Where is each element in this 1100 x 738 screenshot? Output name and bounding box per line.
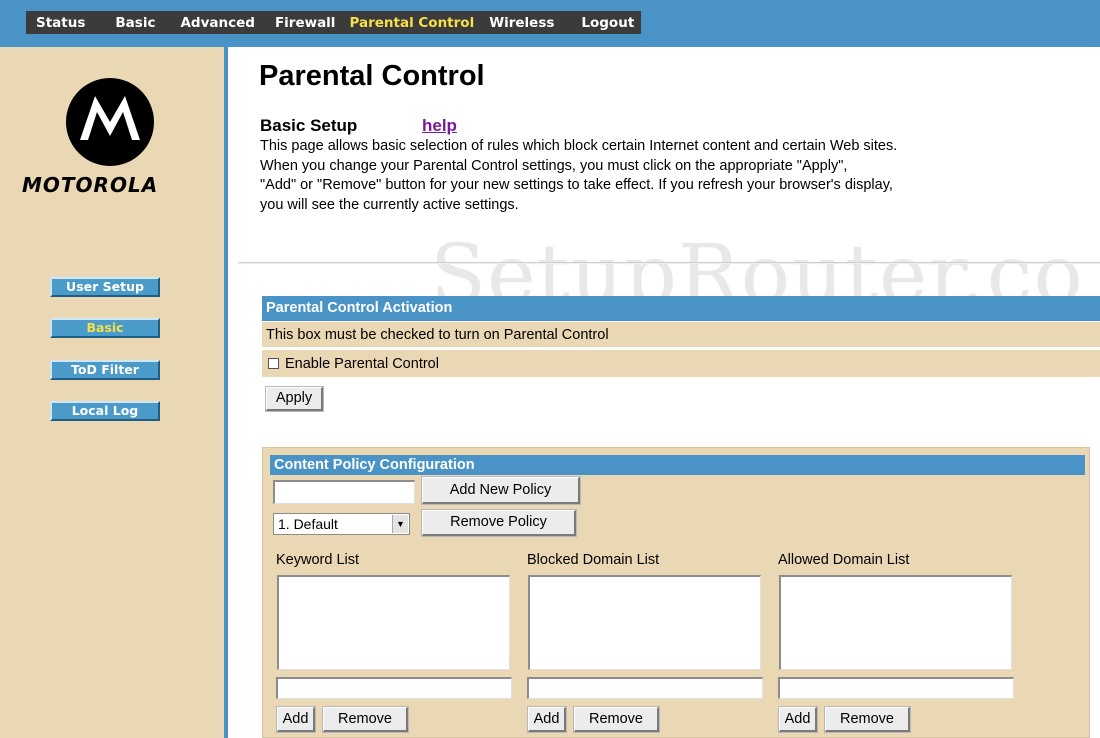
activation-note: This box must be checked to turn on Pare… <box>262 322 1100 347</box>
keyword-input[interactable] <box>276 677 512 699</box>
nav-firewall[interactable]: Firewall <box>275 15 336 31</box>
blocked-domain-input[interactable] <box>527 677 763 699</box>
sidebar-divider <box>224 47 228 738</box>
page-description: This page allows basic selection of rule… <box>260 137 1020 215</box>
section-divider <box>238 262 1100 264</box>
allowed-domain-remove-button[interactable]: Remove <box>824 706 911 733</box>
new-policy-input[interactable] <box>273 480 415 504</box>
page-title: Parental Control <box>259 60 485 92</box>
content-policy-header: Content Policy Configuration <box>270 455 1085 475</box>
chevron-down-icon: ▼ <box>392 515 408 533</box>
enable-row: Enable Parental Control <box>262 350 1100 377</box>
description-line: "Add" or "Remove" button for your new se… <box>260 177 893 193</box>
keyword-list-label: Keyword List <box>276 552 360 568</box>
enable-parental-control-checkbox[interactable] <box>268 358 279 369</box>
allowed-domain-add-button[interactable]: Add <box>778 706 818 733</box>
keyword-remove-button[interactable]: Remove <box>322 706 409 733</box>
add-new-policy-button[interactable]: Add New Policy <box>421 476 581 505</box>
top-nav: Status Basic Advanced Firewall Parental … <box>26 11 641 34</box>
nav-advanced[interactable]: Advanced <box>180 15 254 31</box>
nav-status[interactable]: Status <box>36 15 85 31</box>
activation-note-text: This box must be checked to turn on Pare… <box>266 326 609 343</box>
allowed-domain-listbox[interactable] <box>779 575 1012 670</box>
description-line: you will see the currently active settin… <box>260 196 519 213</box>
keyword-listbox[interactable] <box>277 575 510 670</box>
blocked-domain-remove-button[interactable]: Remove <box>573 706 660 733</box>
nav-logout[interactable]: Logout <box>581 15 634 31</box>
activation-header: Parental Control Activation <box>262 296 1100 321</box>
blocked-domain-add-button[interactable]: Add <box>527 706 567 733</box>
policy-select[interactable]: 1. Default ▼ <box>273 513 410 535</box>
motorola-logo-icon <box>66 78 154 166</box>
section-heading: Basic Setup <box>260 116 358 135</box>
policy-select-value: 1. Default <box>278 516 338 532</box>
logo-wordmark: MOTOROLA <box>22 173 159 197</box>
description-line: This page allows basic selection of rule… <box>260 138 898 154</box>
top-bar: Status Basic Advanced Firewall Parental … <box>0 0 1100 47</box>
sidebar-button-tod-filter[interactable]: ToD Filter <box>50 360 160 380</box>
sidebar-button-local-log[interactable]: Local Log <box>50 401 160 421</box>
blocked-domain-listbox[interactable] <box>528 575 761 670</box>
allowed-domain-input[interactable] <box>778 677 1014 699</box>
nav-wireless[interactable]: Wireless <box>489 15 554 31</box>
keyword-add-button[interactable]: Add <box>276 706 316 733</box>
description-line: When you change your Parental Control se… <box>260 157 848 174</box>
nav-basic[interactable]: Basic <box>115 15 155 31</box>
activation-panel: Parental Control Activation This box mus… <box>262 296 1100 377</box>
nav-parental-control[interactable]: Parental Control <box>349 15 474 31</box>
allowed-domain-list-label: Allowed Domain List <box>778 552 910 568</box>
help-link[interactable]: help <box>422 116 457 136</box>
enable-parental-control-label: Enable Parental Control <box>285 355 439 372</box>
blocked-domain-list-label: Blocked Domain List <box>527 552 660 568</box>
sidebar-button-basic[interactable]: Basic <box>50 318 160 338</box>
sidebar-button-user-setup[interactable]: User Setup <box>50 277 160 297</box>
apply-button[interactable]: Apply <box>265 386 324 412</box>
remove-policy-button[interactable]: Remove Policy <box>421 509 577 537</box>
